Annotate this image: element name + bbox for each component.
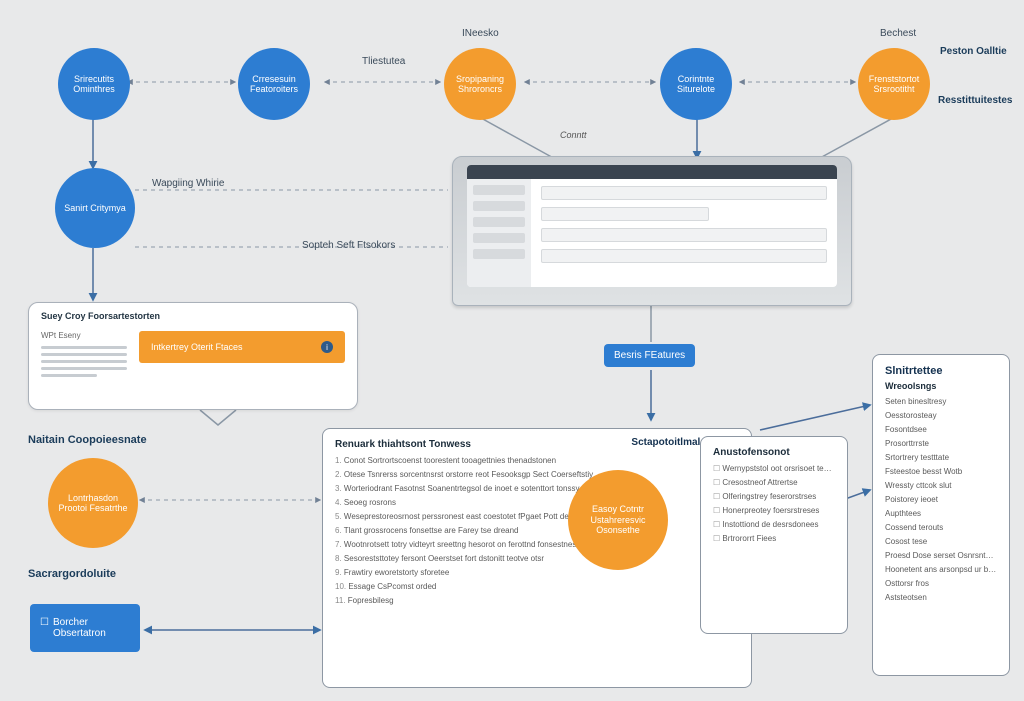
button-label: Borcher Obsertatron (53, 617, 130, 639)
card-subtitle: WPt Eseny (41, 331, 127, 340)
list-item: Otese Tsnrerss sorcentnsrst orstorre reo… (335, 470, 595, 479)
node-shopping[interactable]: Sropipaning Shroroncrs (444, 48, 516, 120)
panel-main-features: Renuark thiahtsont Tonwess Sctapotoitlma… (322, 428, 752, 688)
node-longhand[interactable]: Lontrhasdon Prootoi Fesatrthe (48, 458, 138, 548)
node-label: Srirecutits Ominthres (64, 74, 124, 95)
panel-subtitle: Wreoolsngs (885, 381, 997, 391)
button-label: Besris FEatures (614, 350, 685, 361)
list-item: Cossend terouts (885, 523, 997, 532)
checklist-item[interactable]: Brtrororrt Fiees (713, 534, 835, 543)
list-item: Srtortrery testttate (885, 453, 997, 462)
skeleton-lines (41, 346, 127, 377)
node-structures[interactable]: Srirecutits Ominthres (58, 48, 130, 120)
list-item: Wressty cttcok slut (885, 481, 997, 490)
list-item: Poistorey ieoet (885, 495, 997, 504)
node-label: Easoy Cotntr Ustahreresvic Osonsethe (574, 504, 662, 535)
list-item: Cosost tese (885, 537, 997, 546)
list-item: Frawtiry eworetstorty sforetee (335, 568, 595, 577)
list-item: Sesoreststtotey fersont Oeerstset fort d… (335, 554, 595, 563)
label-search: Sopteh Seft Ftsokors (302, 240, 395, 251)
node-easy-control[interactable]: Easoy Cotntr Ustahreresvic Osonsethe (568, 470, 668, 570)
label-rest: Resstittuitestes (938, 95, 1012, 106)
label-peston: Peston Oalltie (940, 46, 1007, 57)
checklist-item[interactable]: Honerpreotey foersrstreses (713, 506, 835, 515)
list-item: Aststeotsen (885, 593, 997, 602)
list-item: Tlant grossrocens fonsettse are Farey ts… (335, 526, 595, 535)
node-transport[interactable]: Frenststortot Srsrootitht (858, 48, 930, 120)
label-conntt: Conntt (560, 130, 587, 140)
checklist-item[interactable]: Olferingstrey feserorstrses (713, 492, 835, 501)
list-item: Oesstorosteay (885, 411, 997, 420)
button-label: Intkertrey Oterit Ftaces (151, 342, 243, 352)
list-item: Conot Sortrortscoenst toorestent tooaget… (335, 456, 595, 465)
checklist-item[interactable]: Wernypststol oot orsrisoet tesorortet (713, 464, 835, 473)
list-item: Hoonetent ans arsonpsd ur binedreay frsr… (885, 565, 997, 574)
list-item: Osttorsr fros (885, 579, 997, 588)
panel-structure: Slnitrtettee Wreoolsngs Seten binesltres… (872, 354, 1010, 676)
node-label: Sanirt Critymya (64, 203, 126, 213)
list-item: Essage CsPcomst orded (335, 582, 595, 591)
card-cta-button[interactable]: Intkertrey Oterit Ftaces i (139, 331, 345, 363)
node-label: Crresesuin Featoroiters (244, 74, 304, 95)
list-item: Fosontdsee (885, 425, 997, 434)
label-ineesko: INeesko (462, 28, 499, 39)
list-item: Aupthtees (885, 509, 997, 518)
panel-title: Slnitrtettee (885, 365, 997, 377)
list-item: Prosorttrrste (885, 439, 997, 448)
node-content-site[interactable]: Corintnte Siturelote (660, 48, 732, 120)
checklist-item[interactable]: Cresostneof Attrertse (713, 478, 835, 487)
node-label: Corintnte Siturelote (666, 74, 726, 95)
label-tliestutea: Tliestutea (362, 56, 405, 67)
features-button[interactable]: Besris FEatures (604, 344, 695, 367)
list-item: Worteriodrant Fasotnst Soanentrtegsol de… (335, 484, 595, 493)
node-label: Sropipaning Shroroncrs (450, 74, 510, 95)
card-summary: Suey Croy Foorsartestorten WPt Eseny Int… (28, 302, 358, 410)
label-bechest: Bechest (880, 28, 916, 39)
brochure-button[interactable]: ☐ Borcher Obsertatron (30, 604, 140, 652)
list-item: Fopresbilesg (335, 596, 595, 605)
node-label: Lontrhasdon Prootoi Fesatrthe (54, 493, 132, 514)
panel-title: Anustofensonot (713, 447, 835, 458)
panel-checklist: Anustofensonot Wernypststol oot orsrisoe… (700, 436, 848, 634)
node-creation-features[interactable]: Crresesuin Featoroiters (238, 48, 310, 120)
list-item: Wootnrotsett totry vidteyrt sreettng hes… (335, 540, 595, 549)
laptop-mockup (452, 156, 852, 306)
list-item: Fsteestoe besst Wotb (885, 467, 997, 476)
checkbox-icon: ☐ (40, 617, 49, 628)
node-smart[interactable]: Sanirt Critymya (55, 168, 135, 248)
list-item: Weseprestoreosrnost perssronest east coe… (335, 512, 595, 521)
label-wapping: Wapgiing Whirie (152, 178, 224, 189)
list-item: Seten binesltresy (885, 397, 997, 406)
card-title: Suey Croy Foorsartestorten (41, 311, 345, 321)
label-sacrar: Sacrargordoluite (28, 568, 116, 580)
laptop-screen (467, 165, 837, 287)
checklist-item[interactable]: Instottiond de desrsdonees (713, 520, 835, 529)
list-item: Proesd Dose serset Osnrsntst foooritns b… (885, 551, 997, 560)
info-icon: i (321, 341, 333, 353)
label-natain: Naitain Coopoieesnate (28, 434, 147, 446)
list-item: Seoeg rosrons (335, 498, 595, 507)
node-label: Frenststortot Srsrootitht (864, 74, 924, 95)
